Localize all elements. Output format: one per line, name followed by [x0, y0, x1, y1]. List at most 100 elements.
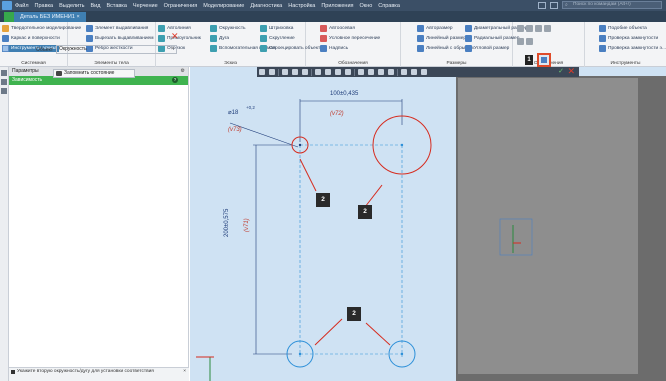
confirm-icon[interactable]: ✓: [558, 67, 564, 75]
menu-diagnostics[interactable]: Диагностика: [250, 3, 282, 9]
pan-icon[interactable]: [325, 69, 331, 75]
intersection-button[interactable]: Условное пересечение: [320, 35, 380, 42]
radial-button[interactable]: Радиальный размер: [465, 35, 519, 42]
orientation-icon[interactable]: [358, 69, 364, 75]
dim-diameter-text[interactable]: ⌀18: [228, 109, 238, 116]
help-icon[interactable]: ?: [172, 77, 178, 83]
menu-edit[interactable]: Правка: [35, 3, 54, 9]
equal-constraint-button[interactable]: [537, 53, 551, 67]
object-field[interactable]: Окружность ×: [56, 45, 178, 54]
construction-lines: [299, 144, 403, 357]
gear-icon[interactable]: ⚙: [181, 67, 185, 76]
select-icon[interactable]: [259, 69, 265, 75]
intersection-icon: [320, 35, 327, 42]
close-toolbar-icon[interactable]: ✕: [567, 66, 575, 77]
parallel-constraint-icon[interactable]: [535, 25, 542, 32]
menu-applications[interactable]: Приложения: [321, 3, 353, 9]
cut-extrude-button[interactable]: Вырезать выдавливанием: [86, 35, 154, 42]
similarity-button[interactable]: Подобие объекта: [599, 25, 647, 32]
filter-icon[interactable]: [388, 69, 394, 75]
hint-icon: [11, 370, 15, 374]
annotation-arrows: [299, 158, 391, 346]
dim-vertical-var: (v71): [244, 218, 250, 232]
menu-window[interactable]: Окно: [360, 3, 373, 9]
styles-icon[interactable]: [421, 69, 427, 75]
extrude-icon: [86, 25, 93, 32]
panels-icon[interactable]: [550, 1, 558, 9]
arrow-to-small-circle: [299, 158, 317, 192]
fit-icon[interactable]: [345, 69, 351, 75]
hint-text: Укажите вторую окружность/дугу для устан…: [17, 369, 154, 374]
clear-icon[interactable]: ×: [171, 46, 174, 53]
circle-button[interactable]: Окружность: [210, 25, 246, 32]
section-icon[interactable]: [378, 69, 384, 75]
fillet-icon: [260, 35, 267, 42]
sketch-svg[interactable]: [190, 67, 666, 381]
menu-insert[interactable]: Вставка: [106, 3, 126, 9]
cancel-command-icon[interactable]: ✕: [171, 32, 179, 41]
display-mode-icon[interactable]: [368, 69, 374, 75]
document-tab[interactable]: Деталь БЕЗ ИМЕНИ1 ×: [14, 12, 86, 22]
rotate-icon[interactable]: [335, 69, 341, 75]
menu-drawing[interactable]: Черчение: [133, 3, 158, 9]
auto-dim-button[interactable]: Авторазмер: [417, 25, 453, 32]
list-icon[interactable]: [1, 88, 7, 94]
menu-file[interactable]: Файл: [15, 3, 29, 9]
arc-button[interactable]: Дуга: [210, 35, 229, 42]
menu-select[interactable]: Выделить: [59, 3, 84, 9]
zoom-icon[interactable]: [315, 69, 321, 75]
angular-icon: [465, 45, 472, 52]
label-button[interactable]: Надпись: [320, 45, 348, 52]
preview-model: [499, 218, 533, 256]
angular-button[interactable]: Угловой размер: [465, 45, 509, 52]
closure-check2-button[interactable]: Проверка замкнутости э...: [599, 45, 666, 52]
dim-vertical-text[interactable]: 200±0,575: [224, 209, 230, 237]
measure-icon[interactable]: [411, 69, 417, 75]
ribbon-group-dimensions: Авторазмер Линейный размер Линейный с об…: [401, 22, 527, 67]
command-search-input[interactable]: ⌕ Поиск по командам (Alt+/): [562, 1, 662, 9]
arrow-to-bottom-right: [365, 322, 391, 346]
linear-dim-button[interactable]: Линейный размер: [417, 35, 466, 42]
pen-icon[interactable]: [269, 69, 275, 75]
vertical-constraint-icon[interactable]: [526, 25, 533, 32]
fx-icon[interactable]: [1, 79, 7, 85]
new-document-icon[interactable]: [4, 12, 14, 22]
wireframe-button[interactable]: Каркас и поверхности: [2, 35, 60, 42]
linear-dim-icon: [417, 35, 424, 42]
menu-constraints[interactable]: Ограничения: [164, 3, 198, 9]
origin-axes: [196, 356, 214, 381]
step-marker-1: 1: [525, 55, 533, 65]
dimension-lines: [229, 99, 403, 355]
grid-icon[interactable]: [292, 69, 298, 75]
params-icon[interactable]: [1, 70, 7, 76]
object-label: Объект: [36, 46, 54, 53]
document-tab-row: Деталь БЕЗ ИМЕНИ1 ×: [0, 11, 666, 22]
close-hint-icon[interactable]: ×: [183, 369, 186, 375]
ortho-icon[interactable]: [302, 69, 308, 75]
perpendicular-constraint-icon[interactable]: [544, 25, 551, 32]
horizontal-constraint-icon[interactable]: [517, 25, 524, 32]
menu-settings[interactable]: Настройка: [288, 3, 315, 9]
dim-diameter-tolerance: +0,2: [246, 105, 255, 110]
constraint-tools-row: [517, 25, 553, 32]
menu-view[interactable]: Вид: [91, 3, 101, 9]
menu-help[interactable]: Справка: [378, 3, 400, 9]
hatch-button[interactable]: Штриховка: [260, 25, 293, 32]
coincident-constraint-icon[interactable]: [526, 38, 533, 45]
closure-check-button[interactable]: Проверка замкнутости: [599, 35, 658, 42]
remember-state-button[interactable]: Запомнить состояние: [53, 69, 135, 78]
snap-icon[interactable]: [282, 69, 288, 75]
step-marker-2b: 2: [358, 205, 372, 219]
closure-check-icon: [599, 35, 606, 42]
auto-axis-button[interactable]: Автоосевая: [320, 25, 355, 32]
drawing-canvas[interactable]: 100±0,435 (v72) ⌀18 +0,2 (v73) 200±0,575…: [190, 67, 666, 381]
menu-modeling[interactable]: Моделирование: [203, 3, 244, 9]
fillet-button[interactable]: Скругление: [260, 35, 295, 42]
layout-icon[interactable]: [538, 1, 546, 9]
layers-icon[interactable]: [401, 69, 407, 75]
auto-dim-icon: [417, 25, 424, 32]
extrude-button[interactable]: Элемент выдавливания: [86, 25, 148, 32]
dim-horizontal-text[interactable]: 100±0,435: [330, 91, 358, 97]
tangent-constraint-icon[interactable]: [517, 38, 524, 45]
rectangle-button[interactable]: Прямоугольник: [158, 35, 201, 42]
